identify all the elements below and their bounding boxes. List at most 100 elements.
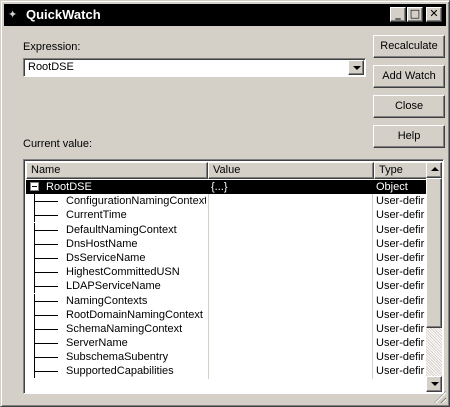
add-watch-button[interactable]: Add Watch — [373, 65, 445, 88]
arrow-up-icon — [431, 167, 439, 171]
property-value — [208, 236, 372, 251]
tree-branch-line — [34, 215, 58, 217]
tree-row[interactable]: DnsHostName User-defir — [26, 236, 428, 251]
name-cell: SubschemaSubentry — [26, 350, 206, 365]
scroll-down-button[interactable] — [426, 376, 442, 392]
expression-dropdown-button[interactable] — [348, 60, 364, 75]
property-type: User-defir — [372, 350, 428, 365]
property-name: DsServiceName — [66, 251, 146, 264]
property-type: User-defir — [372, 321, 428, 337]
tree-row[interactable]: CurrentTime User-defir — [26, 208, 428, 223]
tree-row[interactable]: SubschemaSubentry User-defir — [26, 350, 428, 365]
tree-branch-line — [34, 243, 58, 245]
tree-branch-line — [34, 286, 58, 288]
close-button[interactable]: Close — [373, 95, 445, 118]
property-type: User-defir — [372, 293, 428, 308]
property-value — [208, 250, 372, 266]
expression-combobox[interactable]: RootDSE — [23, 58, 366, 77]
property-name: NamingContexts — [66, 294, 148, 307]
root-name: RootDSE — [46, 181, 92, 193]
property-name: LDAPServiceName — [66, 280, 161, 293]
property-name: DnsHostName — [66, 237, 138, 250]
tree-branch-line — [34, 357, 58, 359]
property-name: ConfigurationNamingContext — [66, 195, 206, 208]
root-value: {...} — [208, 180, 372, 195]
name-cell: SupportedCapabilities — [26, 364, 206, 379]
tree-branch-line — [34, 343, 58, 345]
tree-row[interactable]: RootDomainNamingContext User-defir — [26, 307, 428, 322]
tree-row[interactable]: DsServiceName User-defir — [26, 250, 428, 266]
property-value — [208, 222, 372, 237]
tree-row[interactable]: SupportedCapabilities User-defir — [26, 364, 428, 379]
property-name: SupportedCapabilities — [66, 365, 174, 378]
help-button[interactable]: Help — [373, 125, 445, 148]
property-type: User-defir — [372, 222, 428, 237]
property-value — [208, 194, 372, 209]
tree-branch-line — [34, 328, 58, 330]
property-name: CurrentTime — [66, 209, 127, 222]
close-window-button[interactable]: ✕ — [426, 7, 442, 22]
property-value — [208, 293, 372, 308]
name-cell: CurrentTime — [26, 208, 206, 223]
name-cell: ConfigurationNamingContext — [26, 194, 206, 209]
property-name: SubschemaSubentry — [66, 351, 169, 364]
child-rows: ConfigurationNamingContext User-defir Curr… — [26, 194, 428, 379]
expression-input[interactable]: RootDSE — [28, 61, 74, 74]
tree-row[interactable]: SchemaNamingContext User-defir — [26, 321, 428, 337]
name-cell: DefaultNamingContext — [26, 222, 206, 237]
tree-row[interactable]: HighestCommittedUSN User-defir — [26, 265, 428, 280]
maximize-button[interactable]: □ — [407, 7, 423, 22]
title-bar[interactable]: ✦ QuickWatch _ □ ✕ — [4, 4, 446, 26]
name-cell: ServerName — [26, 336, 206, 351]
collapse-icon[interactable] — [30, 182, 39, 191]
name-cell: LDAPServiceName — [26, 279, 206, 294]
vertical-scrollbar[interactable] — [426, 162, 442, 392]
property-value — [208, 279, 372, 294]
name-cell: HighestCommittedUSN — [26, 265, 206, 280]
tree-branch-line — [34, 229, 58, 231]
property-type: User-defir — [372, 279, 428, 294]
property-value — [208, 364, 372, 379]
property-type: User-defir — [372, 236, 428, 251]
tree-row[interactable]: ServerName User-defir — [26, 336, 428, 351]
property-type: User-defir — [372, 194, 428, 209]
tree-branch-line — [34, 201, 58, 203]
column-header-type[interactable]: Type — [374, 162, 428, 179]
name-cell: RootDomainNamingContext — [26, 307, 206, 322]
current-value-list[interactable]: Name Value Type RootDSE {...} Object Con… — [23, 159, 444, 394]
property-name: DefaultNamingContext — [66, 223, 177, 236]
list-header: Name Value Type — [26, 162, 428, 179]
column-header-name[interactable]: Name — [26, 162, 208, 179]
scroll-up-button[interactable] — [426, 162, 442, 178]
property-type: User-defir — [372, 364, 428, 379]
property-type: User-defir — [372, 307, 428, 322]
tree-row[interactable]: LDAPServiceName User-defir — [26, 279, 428, 294]
window-title: QuickWatch — [26, 7, 101, 22]
arrow-down-icon — [431, 382, 439, 386]
property-value — [208, 307, 372, 322]
property-type: User-defir — [372, 250, 428, 266]
property-name: RootDomainNamingContext — [66, 308, 203, 321]
tree-row[interactable]: DefaultNamingContext User-defir — [26, 222, 428, 237]
recalculate-button[interactable]: Recalculate — [373, 35, 445, 58]
tree-branch-line — [34, 272, 58, 274]
tree-row[interactable]: ConfigurationNamingContext User-defir — [26, 194, 428, 209]
tree-row[interactable]: NamingContexts User-defir — [26, 293, 428, 308]
quickwatch-dialog: ✦ QuickWatch _ □ ✕ Expression: RootDSE R… — [0, 0, 450, 407]
property-name: SchemaNamingContext — [66, 322, 183, 335]
property-value — [208, 208, 372, 223]
chevron-down-icon — [353, 66, 361, 70]
property-type: User-defir — [372, 208, 428, 223]
property-value — [208, 321, 372, 337]
tree-row-root[interactable]: RootDSE {...} Object — [26, 180, 428, 195]
name-cell: NamingContexts — [26, 293, 206, 308]
name-cell: SchemaNamingContext — [26, 321, 206, 336]
minimize-button[interactable]: _ — [390, 7, 406, 22]
scrollbar-thumb[interactable] — [426, 178, 442, 328]
property-value — [208, 265, 372, 280]
property-type: User-defir — [372, 336, 428, 351]
tree-branch-line — [34, 314, 58, 316]
watch-glasses-icon: ✦ — [8, 8, 18, 21]
list-rows: RootDSE {...} Object ConfigurationNaming… — [26, 180, 428, 379]
column-header-value[interactable]: Value — [208, 162, 374, 179]
